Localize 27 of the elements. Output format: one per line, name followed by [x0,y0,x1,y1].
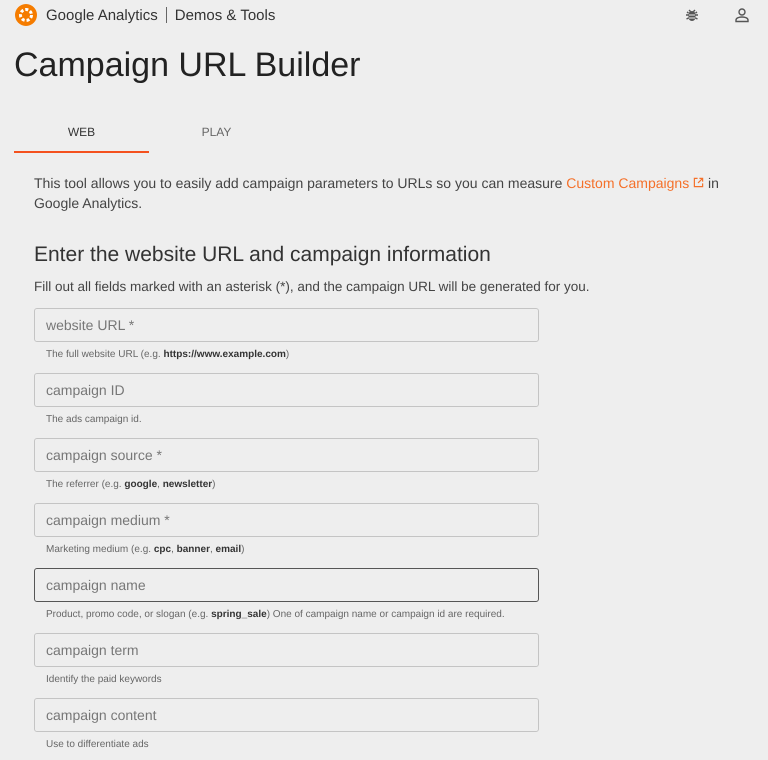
helper-text: The ads campaign id. [46,414,143,425]
logo-icon [14,3,38,27]
input-field[interactable]: website URL * [34,308,539,342]
page-title: Campaign URL Builder [14,46,362,85]
helper-text: The full website URL (e.g. https://www.example.com) [46,349,290,360]
input-field[interactable]: campaign name [34,568,539,602]
account-icon[interactable] [734,7,750,23]
intro-text: This tool allows you to easily add campaign parameters to URLs so you can measure Custom Campaigns in Google Analytics. [34,174,720,213]
input-field[interactable]: campaign medium * [34,503,539,537]
input-field[interactable]: campaign term [34,633,539,667]
helper-text: The referrer (e.g. google, newsletter) [46,479,217,490]
section-heading: Enter the website URL and campaign information [34,243,492,267]
input-field[interactable]: campaign content [34,698,539,732]
external-link-icon [693,177,704,188]
instructions-text: Fill out all fields marked with an asterisk (*), and the campaign URL will be generated for you. [34,279,591,294]
input-field[interactable]: campaign ID [34,373,539,407]
product-name: Demos & Tools [174,6,276,24]
tab[interactable]: PLAY [149,113,284,153]
input-field[interactable]: campaign source * [34,438,539,472]
helper-text: Use to differentiate ads [46,739,150,750]
tab[interactable]: WEB [14,113,149,153]
custom-campaigns-link[interactable]: Custom Campaigns [566,175,704,191]
brand-name: Google Analytics [46,6,158,24]
helper-text: Product, promo code, or slogan (e.g. spring_sale) One of campaign name or campaign id are required. [46,609,506,620]
bug-icon[interactable] [684,7,700,23]
helper-text: Identify the paid keywords [46,674,163,685]
helper-text: Marketing medium (e.g. cpc, banner, email) [46,544,246,555]
